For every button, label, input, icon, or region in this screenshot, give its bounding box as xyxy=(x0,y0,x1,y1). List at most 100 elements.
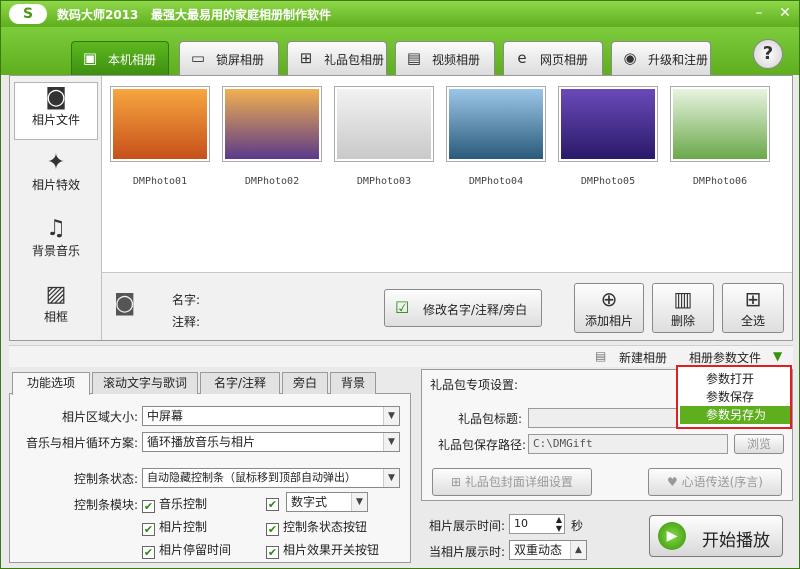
tab-lock-screen[interactable]: ▭ 锁屏相册 xyxy=(179,41,279,75)
browse-button[interactable]: 浏览 xyxy=(734,434,784,454)
tab-narration[interactable]: 旁白 xyxy=(282,372,328,394)
control-status-button-checkbox[interactable]: ✔ 控制条状态按钮 xyxy=(266,518,367,536)
menu-item-save-params[interactable]: 参数保存 xyxy=(680,388,790,406)
checkbox-label: 音乐控制 xyxy=(159,497,208,511)
photo-caption: DMPhoto01 xyxy=(132,176,188,187)
start-play-button[interactable]: ▶ 开始播放 xyxy=(649,515,783,557)
sidebar: ◙ 相片文件 ✦ 相片特效 ♫ 背景音乐 ▨ 相框 xyxy=(10,76,102,340)
sidebar-item-frame[interactable]: ▨ 相框 xyxy=(14,280,98,338)
control-module-label: 控制条模块: xyxy=(73,498,138,512)
menu-item-save-params-as[interactable]: 参数另存为 xyxy=(680,406,790,424)
photo-thumbnail[interactable]: DMPhoto04 xyxy=(446,86,546,190)
when-showing-label: 当相片展示时: xyxy=(428,545,505,559)
tab-function-options[interactable]: 功能选项 xyxy=(12,372,90,395)
select-all-button[interactable]: ⊞ 全选 xyxy=(722,283,784,333)
tab-video[interactable]: ▤ 视频相册 xyxy=(395,41,495,75)
photo-image xyxy=(337,89,431,159)
gift-settings-title: 礼品包专项设置: xyxy=(430,378,519,392)
trash-icon: ▥ xyxy=(673,287,693,311)
check-icon: ✔ xyxy=(266,498,279,511)
photo-control-checkbox[interactable]: ✔ 相片控制 xyxy=(142,518,207,536)
digital-style-select[interactable]: 数字式 ▼ xyxy=(286,492,368,512)
tab-label: 本机相册 xyxy=(108,53,157,67)
gift-title-label: 礼品包标题: xyxy=(457,412,522,426)
delete-button[interactable]: ▥ 删除 xyxy=(652,283,714,333)
add-photo-icon: ⊕ xyxy=(600,287,618,311)
monitor-icon: ▭ xyxy=(190,49,206,67)
photo-caption: DMPhoto03 xyxy=(356,176,412,187)
photo-thumbnail[interactable]: DMPhoto05 xyxy=(558,86,658,190)
sidebar-item-effects[interactable]: ✦ 相片特效 xyxy=(14,148,98,206)
select-value: 循环播放音乐与相片 xyxy=(147,435,256,449)
select-value: 自动隐藏控制条（鼠标移到顶部自动弹出） xyxy=(147,471,356,484)
check-icon: ✔ xyxy=(266,523,279,536)
help-button[interactable]: ? xyxy=(753,39,783,69)
app-window: S 数码大师2013 最强大最易用的家庭相册制作软件 – ✕ ▣ 本机相册 ▭ … xyxy=(0,0,800,569)
chevron-down-icon: ▼ xyxy=(383,433,399,451)
tab-label: 锁屏相册 xyxy=(216,53,265,67)
name-label: 名字: xyxy=(172,293,201,307)
tab-local-album[interactable]: ▣ 本机相册 xyxy=(71,41,169,75)
close-button[interactable]: ✕ xyxy=(775,4,795,22)
params-menu-button[interactable]: 相册参数文件 xyxy=(689,349,761,366)
gift-path-input[interactable]: C:\DMGift xyxy=(528,434,728,454)
spinner-value: 10 xyxy=(514,517,528,530)
menu-item-open-params[interactable]: 参数打开 xyxy=(680,370,790,388)
new-album-link[interactable]: 新建相册 xyxy=(619,349,667,366)
gift-title-input[interactable] xyxy=(528,408,678,428)
chevron-down-icon: ▼ xyxy=(351,493,367,511)
button-label: 心语传送(序言) xyxy=(681,475,763,489)
sidebar-item-label: 背景音乐 xyxy=(31,244,80,258)
control-bar-select[interactable]: 自动隐藏控制条（鼠标移到顶部自动弹出） ▼ xyxy=(142,468,400,488)
when-showing-select[interactable]: 双重动态 ▲ xyxy=(509,540,587,560)
tab-upgrade[interactable]: ◉ 升级和注册 xyxy=(611,41,711,75)
heart-message-button[interactable]: ♥ 心语传送(序言) xyxy=(648,468,782,496)
tab-scroll-text[interactable]: 滚动文字与歌词 xyxy=(92,372,198,394)
photo-caption: DMPhoto06 xyxy=(692,176,748,187)
tab-gift-pack[interactable]: ⊞ 礼品包相册 xyxy=(287,41,387,75)
gift-cover-settings-button[interactable]: ⊞ 礼品包封面详细设置 xyxy=(432,468,592,496)
button-label: 添加相片 xyxy=(584,314,633,328)
show-time-spinner[interactable]: 10 ▲ ▼ xyxy=(509,514,565,534)
sidebar-item-label: 相片文件 xyxy=(31,113,80,127)
photo-image xyxy=(561,89,655,159)
effect-switch-checkbox[interactable]: ✔ 相片效果开关按钮 xyxy=(266,541,379,559)
sidebar-item-music[interactable]: ♫ 背景音乐 xyxy=(14,214,98,272)
app-logo: S xyxy=(9,4,47,24)
chevron-down-icon[interactable]: ▼ xyxy=(773,349,782,363)
checkbox-label: 相片控制 xyxy=(159,520,208,534)
check-icon: ✔ xyxy=(266,546,279,559)
title-bar: S 数码大师2013 最强大最易用的家庭相册制作软件 – ✕ xyxy=(1,1,799,27)
params-dropdown-menu: 参数打开 参数保存 参数另存为 xyxy=(676,365,792,429)
sidebar-item-photo-files[interactable]: ◙ 相片文件 xyxy=(14,82,98,140)
effects-icon: ✦ xyxy=(46,150,66,175)
photo-thumbnail[interactable]: DMPhoto06 xyxy=(670,86,770,190)
music-note-icon: ♫ xyxy=(46,216,66,241)
photo-thumbnail[interactable]: DMPhoto01 xyxy=(110,86,210,190)
app-slogan: 最强大最易用的家庭相册制作软件 xyxy=(151,8,332,22)
select-value: 双重动态 xyxy=(514,543,563,557)
tab-name-note[interactable]: 名字/注释 xyxy=(200,372,280,394)
top-tab-strip: ▣ 本机相册 ▭ 锁屏相册 ⊞ 礼品包相册 ▤ 视频相册 e 网页相册 ◉ 升级… xyxy=(1,27,799,75)
tab-web[interactable]: e 网页相册 xyxy=(503,41,603,75)
film-icon: ▤ xyxy=(406,49,422,67)
edit-name-note-button[interactable]: ☑ 修改名字/注释/旁白 xyxy=(384,289,542,327)
photo-thumbnail[interactable]: DMPhoto02 xyxy=(222,86,322,190)
digital-checkbox[interactable]: ✔ xyxy=(266,495,283,511)
tab-background[interactable]: 背景 xyxy=(330,372,376,394)
spinner-arrows-icon[interactable]: ▲ ▼ xyxy=(556,515,562,533)
select-value: 数字式 xyxy=(291,495,328,509)
button-label: 修改名字/注释/旁白 xyxy=(423,303,528,317)
play-icon: ▶ xyxy=(658,522,686,550)
minimize-button[interactable]: – xyxy=(749,4,769,22)
music-control-checkbox[interactable]: ✔ 音乐控制 xyxy=(142,495,207,513)
heart-icon: ♥ xyxy=(667,475,682,489)
photo-caption: DMPhoto05 xyxy=(580,176,636,187)
photo-stay-time-checkbox[interactable]: ✔ 相片停留时间 xyxy=(142,541,231,559)
area-size-select[interactable]: 中屏幕 ▼ xyxy=(142,406,400,426)
sidebar-item-label: 相框 xyxy=(43,310,68,324)
tab-label: 升级和注册 xyxy=(648,53,709,67)
photo-thumbnail[interactable]: DMPhoto03 xyxy=(334,86,434,190)
add-photo-button[interactable]: ⊕ 添加相片 xyxy=(574,283,644,333)
loop-scheme-select[interactable]: 循环播放音乐与相片 ▼ xyxy=(142,432,400,452)
